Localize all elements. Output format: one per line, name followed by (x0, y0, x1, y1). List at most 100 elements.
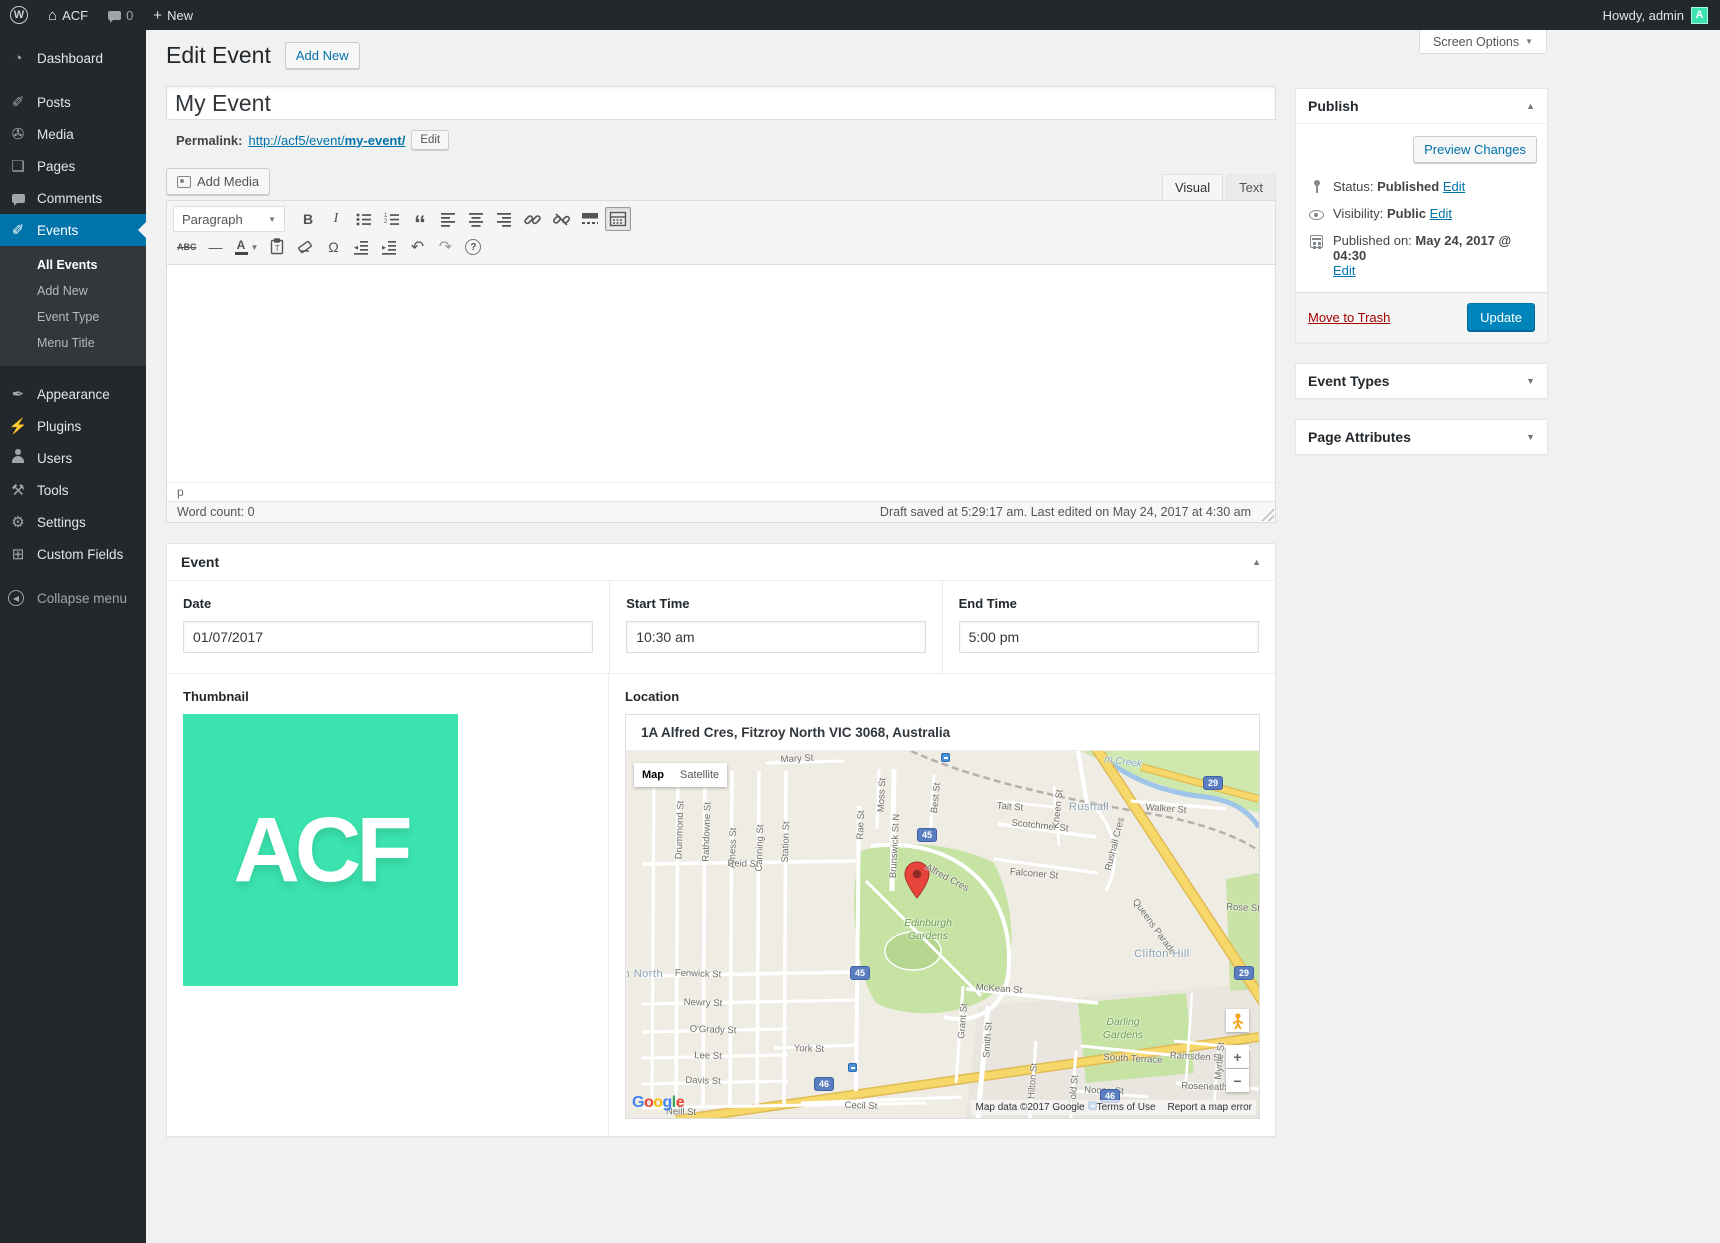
italic-button[interactable]: I (323, 207, 349, 231)
collapse-menu-button[interactable]: ◀ Collapse menu (0, 582, 146, 614)
chevron-down-icon: ▼ (251, 243, 259, 252)
sidebar-item-media[interactable]: ✇ Media (0, 118, 146, 150)
end-time-input[interactable] (959, 621, 1259, 653)
sidebar-item-appearance[interactable]: ✒ Appearance (0, 378, 146, 410)
sidebar-item-posts[interactable]: ✐ Posts (0, 86, 146, 118)
horizontal-rule-button[interactable]: — (203, 235, 229, 259)
admin-sidebar: ◔ Dashboard ✐ Posts ✇ Media ❏ Pages Comm… (0, 30, 146, 1243)
update-button[interactable]: Update (1467, 303, 1535, 332)
event-metabox-header[interactable]: Event ▲ (167, 544, 1275, 581)
submenu-add-new[interactable]: Add New (0, 278, 146, 304)
align-center-button[interactable] (463, 207, 489, 231)
sidebar-item-custom-fields[interactable]: ⊞ Custom Fields (0, 538, 146, 570)
undo-button[interactable]: ↶ (404, 235, 430, 259)
strikethrough-button[interactable]: ABC (173, 235, 201, 259)
sidebar-item-comments[interactable]: Comments (0, 182, 146, 214)
special-character-button[interactable]: Ω (320, 235, 346, 259)
tab-visual[interactable]: Visual (1162, 174, 1223, 201)
zoom-in-button[interactable]: + (1226, 1045, 1249, 1068)
map-label: Rathdowne St (700, 802, 713, 862)
permalink-link[interactable]: http://acf5/event/my-event/ (248, 133, 405, 148)
map-label: Rose St (1226, 902, 1259, 915)
bullet-list-button[interactable] (351, 207, 377, 231)
map-label: Tait St (996, 800, 1023, 813)
zoom-out-button[interactable]: − (1226, 1069, 1249, 1092)
map-label: Rushall (1069, 801, 1109, 813)
report-map-error-link[interactable]: Report a map error (1168, 1102, 1252, 1113)
thumbnail-field: Thumbnail ACF (167, 674, 609, 1136)
publish-box-header[interactable]: Publish ▲ (1296, 89, 1547, 124)
edit-published-link[interactable]: Edit (1333, 263, 1355, 278)
terms-of-use-link[interactable]: Terms of Use (1097, 1102, 1156, 1113)
end-time-label: End Time (959, 596, 1259, 611)
redo-button[interactable]: ↷ (432, 235, 458, 259)
map-type-map-button[interactable]: Map (634, 763, 672, 787)
word-count-label: Word count: (177, 505, 244, 519)
screen-options-tab[interactable]: Screen Options ▼ (1419, 30, 1547, 54)
add-new-button[interactable]: Add New (285, 42, 360, 69)
event-metabox: Event ▲ Date Start Time End Time Thumbna… (166, 543, 1276, 1137)
sidebar-item-events[interactable]: ✐ Events (0, 214, 146, 246)
move-to-trash-link[interactable]: Move to Trash (1308, 310, 1390, 325)
sidebar-item-pages[interactable]: ❏ Pages (0, 150, 146, 182)
sidebar-item-dashboard[interactable]: ◔ Dashboard (0, 42, 146, 74)
toggle-down-icon[interactable]: ▼ (1526, 376, 1535, 386)
read-more-button[interactable] (577, 207, 603, 231)
text-color-button[interactable]: A ▼ (231, 235, 263, 259)
edit-visibility-link[interactable]: Edit (1430, 206, 1452, 221)
location-address[interactable]: 1A Alfred Cres, Fitzroy North VIC 3068, … (626, 715, 1259, 751)
map-label: Gardens (908, 930, 948, 942)
toggle-up-icon[interactable]: ▲ (1526, 101, 1535, 111)
sidebar-item-settings[interactable]: ⚙ Settings (0, 506, 146, 538)
indent-button[interactable] (376, 235, 402, 259)
clear-formatting-button[interactable] (292, 235, 318, 259)
submenu-all-events[interactable]: All Events (0, 252, 146, 278)
wordpress-logo-menu[interactable]: W (0, 0, 38, 30)
thumbnail-image[interactable]: ACF (183, 714, 458, 986)
align-left-button[interactable] (435, 207, 461, 231)
my-account-menu[interactable]: Howdy, admin A (1591, 7, 1720, 24)
map-label: Moss St (876, 778, 889, 813)
preview-changes-button[interactable]: Preview Changes (1413, 136, 1537, 163)
sidebar-item-tools[interactable]: ⚒ Tools (0, 474, 146, 506)
google-map[interactable]: Mary StMoss StBrunswick St NBest StTait … (626, 751, 1259, 1118)
submenu-menu-title[interactable]: Menu Title (0, 330, 146, 356)
map-label: Mary St (780, 753, 813, 766)
post-title-input[interactable] (166, 86, 1276, 120)
google-logo[interactable]: Google (632, 1094, 684, 1112)
event-types-header[interactable]: Event Types ▼ (1296, 364, 1547, 398)
edit-status-link[interactable]: Edit (1443, 179, 1465, 194)
help-button[interactable]: ? (460, 235, 486, 259)
paragraph-format-select[interactable]: Paragraph ▼ (173, 206, 285, 232)
toolbar-toggle-button[interactable] (605, 207, 631, 231)
page-attributes-header[interactable]: Page Attributes ▼ (1296, 420, 1547, 454)
bold-button[interactable]: B (295, 207, 321, 231)
toggle-down-icon[interactable]: ▼ (1526, 432, 1535, 442)
comments-adminbar-link[interactable]: 0 (98, 0, 143, 30)
map-attribution: Map data ©2017 Google Terms of Use Repor… (971, 1100, 1256, 1115)
add-media-button[interactable]: Add Media (166, 168, 270, 195)
sidebar-item-plugins[interactable]: ⚡ Plugins (0, 410, 146, 442)
numbered-list-button[interactable]: 12 (379, 207, 405, 231)
site-name-link[interactable]: ⌂ ACF (38, 0, 98, 30)
edit-permalink-button[interactable]: Edit (411, 130, 449, 150)
tram-stop-icon (848, 1063, 857, 1072)
outdent-button[interactable] (348, 235, 374, 259)
align-right-button[interactable] (491, 207, 517, 231)
sidebar-item-users[interactable]: Users (0, 442, 146, 474)
map-label: Lee St (694, 1050, 722, 1062)
submenu-event-type[interactable]: Event Type (0, 304, 146, 330)
start-time-input[interactable] (626, 621, 925, 653)
date-input[interactable] (183, 621, 593, 653)
editor-content-area[interactable] (167, 265, 1275, 482)
toggle-up-icon[interactable]: ▲ (1252, 557, 1261, 567)
tab-text[interactable]: Text (1226, 174, 1276, 201)
pegman-control[interactable] (1226, 1009, 1249, 1032)
paste-as-text-button[interactable]: T (264, 235, 290, 259)
unlink-button[interactable] (548, 207, 575, 231)
new-content-menu[interactable]: + New (143, 0, 203, 30)
link-button[interactable] (519, 207, 546, 231)
custom-fields-icon: ⊞ (8, 545, 28, 563)
map-type-satellite-button[interactable]: Satellite (672, 763, 727, 787)
blockquote-button[interactable]: “ (407, 207, 433, 231)
